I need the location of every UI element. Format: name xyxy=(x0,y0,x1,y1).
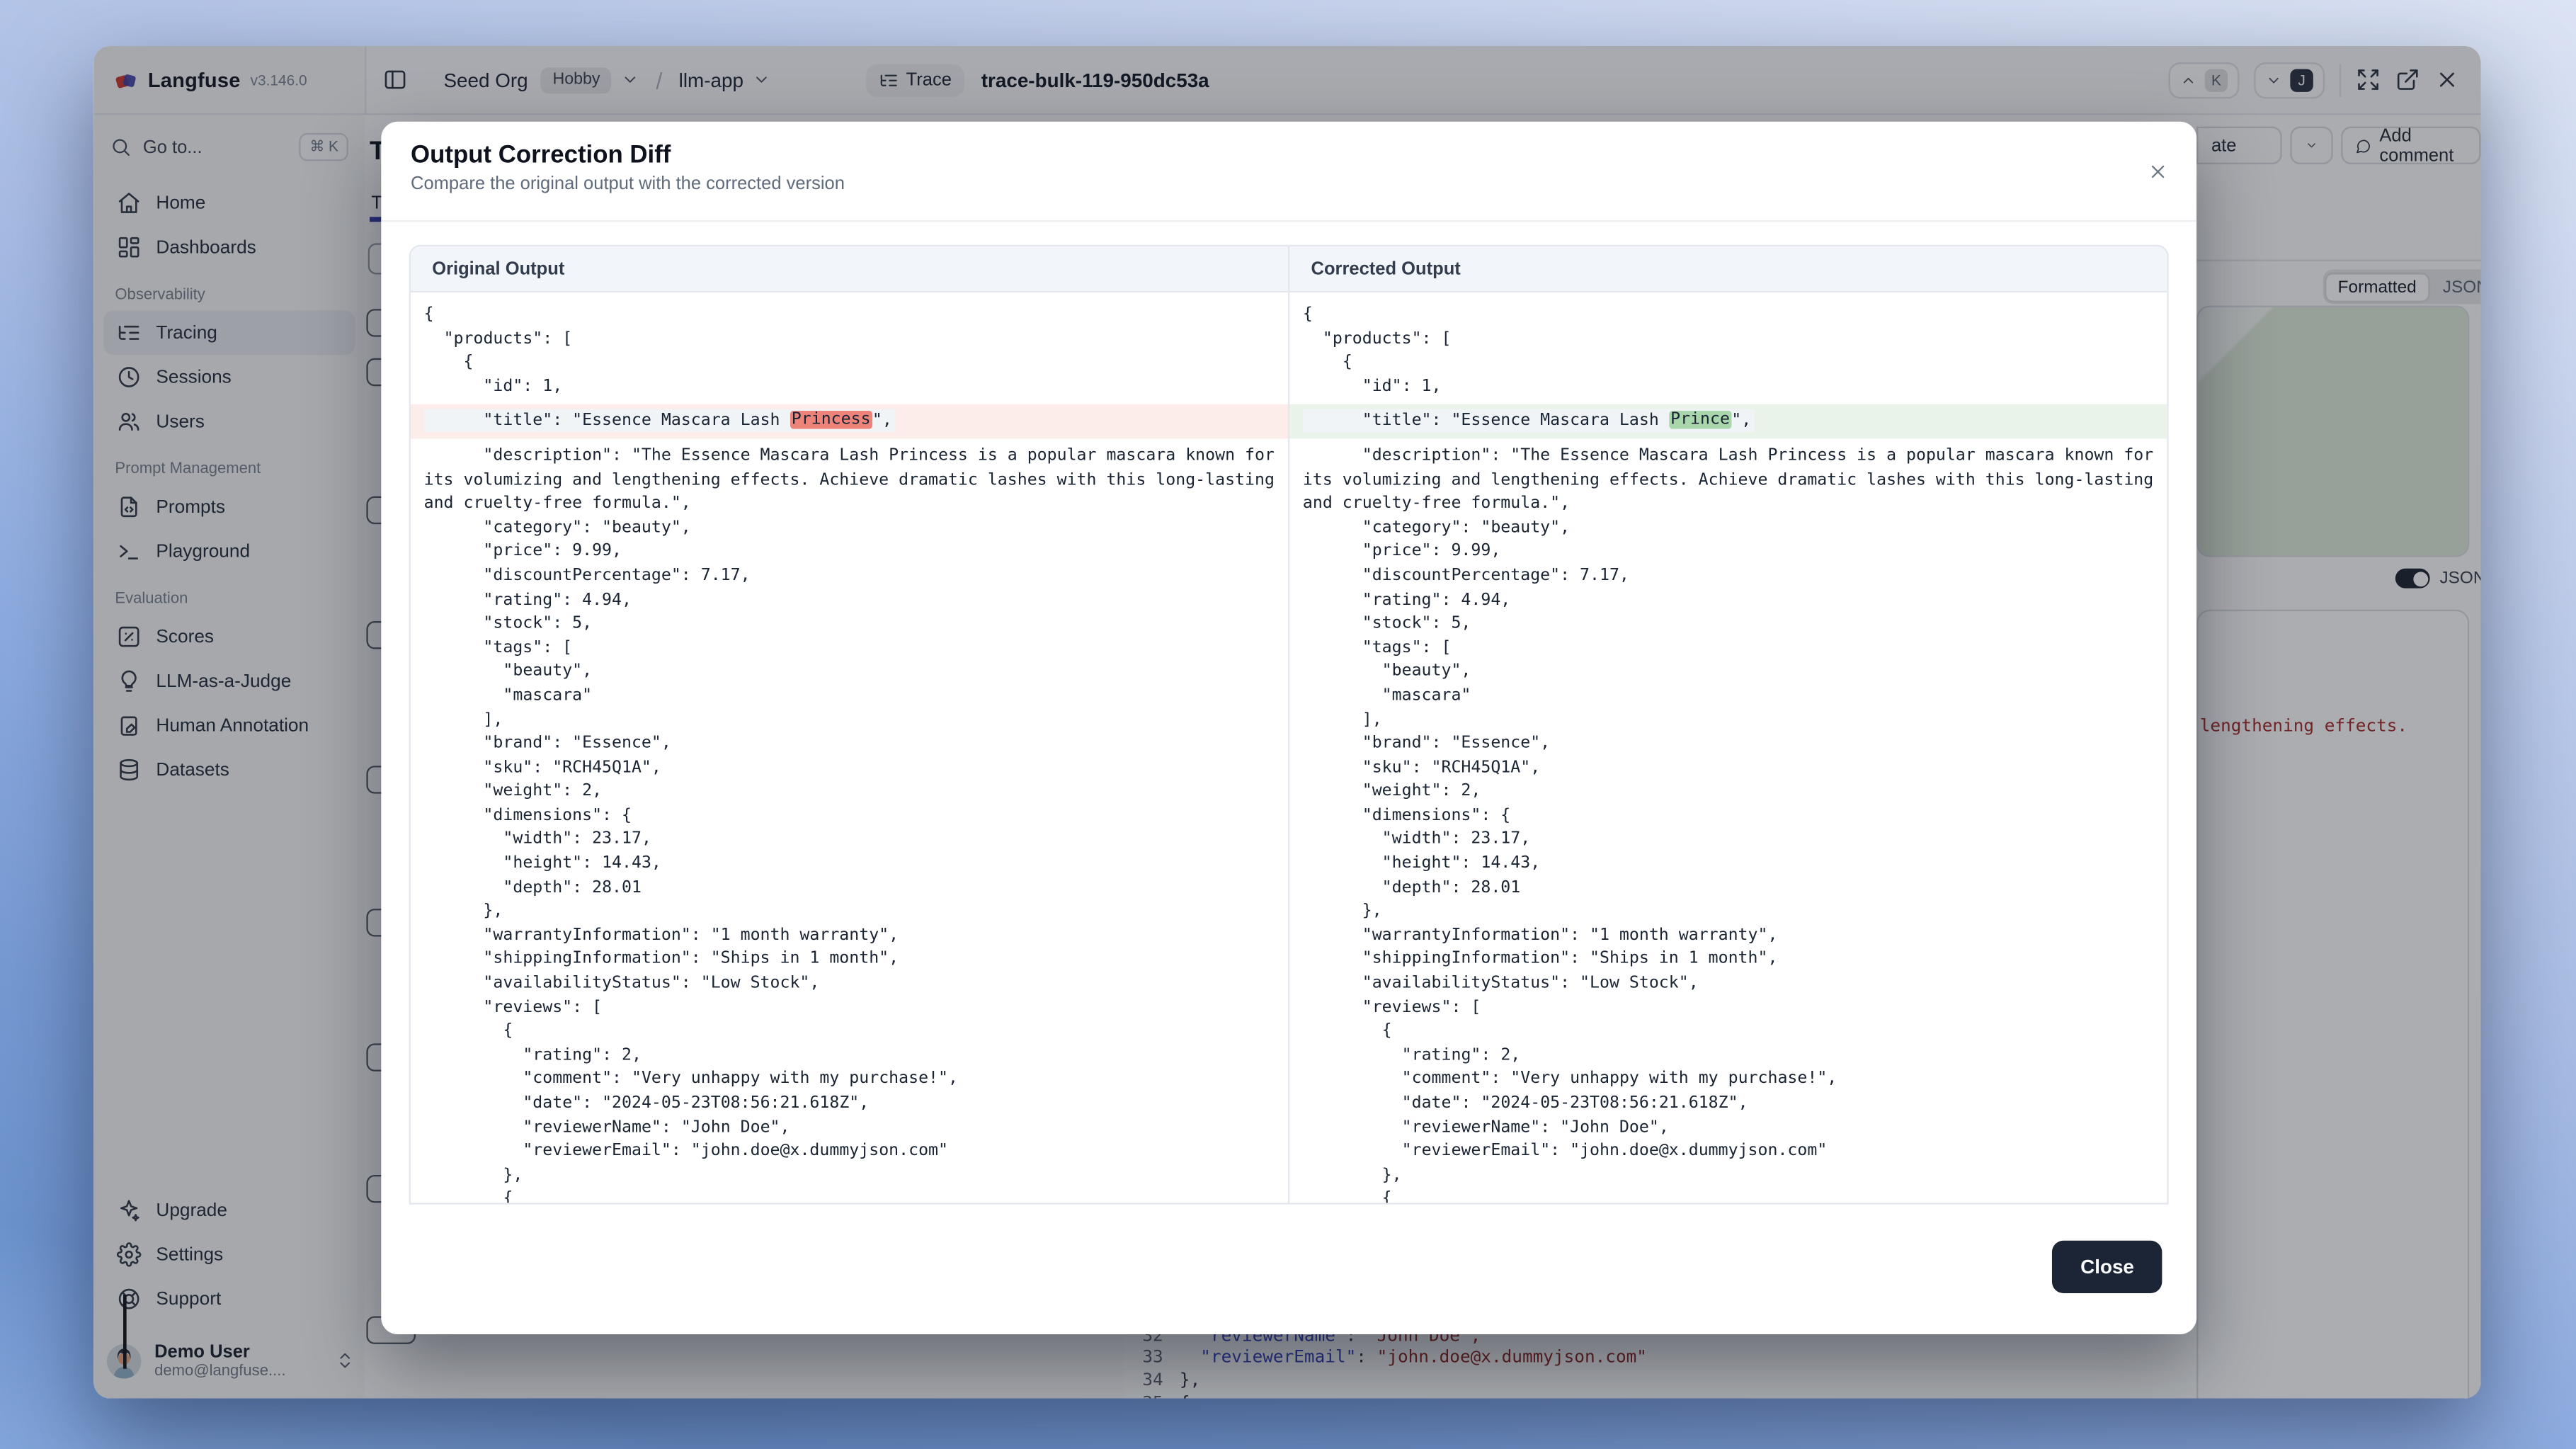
json-line: "availabilityStatus": "Low Stock", xyxy=(1303,973,2154,997)
diff-panel: Original Output Corrected Output { "prod… xyxy=(409,245,2169,1205)
json-line: "price": 9.99, xyxy=(1303,541,2154,565)
json-line: { xyxy=(1303,352,2154,376)
json-line: "reviewerName": "John Doe", xyxy=(424,1117,1275,1141)
json-line: "date": "2024-05-23T08:56:21.618Z", xyxy=(1303,1093,2154,1117)
json-line: "rating": 4.94, xyxy=(424,589,1275,613)
json-line: { xyxy=(424,1188,1275,1204)
modal-title: Output Correction Diff xyxy=(411,142,671,169)
json-line: "reviewerEmail": "john.doe@x.dummyjson.c… xyxy=(424,1141,1275,1165)
json-line: "reviews": [ xyxy=(1303,996,2154,1021)
json-line: }, xyxy=(424,901,1275,925)
app-window: Langfuse v3.146.0 Go to... ⌘ K HomeDashb… xyxy=(93,46,2480,1399)
json-line: { xyxy=(1303,1021,2154,1045)
json-line: "category": "beauty", xyxy=(424,517,1275,541)
json-line: "products": [ xyxy=(1303,328,2154,352)
json-line: ], xyxy=(424,709,1275,733)
json-line: "mascara" xyxy=(1303,685,2154,709)
json-line: "discountPercentage": 7.17, xyxy=(1303,565,2154,589)
diff-word: Prince xyxy=(1669,411,1731,430)
json-line: "beauty", xyxy=(1303,661,2154,685)
json-line: "warrantyInformation": "1 month warranty… xyxy=(1303,925,2154,949)
json-line: "sku": "RCH45Q1A", xyxy=(1303,757,2154,781)
json-line: "height": 14.43, xyxy=(424,853,1275,877)
json-line: "category": "beauty", xyxy=(1303,517,2154,541)
modal-header-divider xyxy=(381,220,2196,222)
json-line: "depth": 28.01 xyxy=(424,877,1275,901)
json-line: "height": 14.43, xyxy=(1303,853,2154,877)
json-line: "reviewerEmail": "john.doe@x.dummyjson.c… xyxy=(1303,1141,2154,1165)
json-line: "tags": [ xyxy=(1303,637,2154,661)
corrected-output-body[interactable]: { "products": [ { "id": 1, "title": "Ess… xyxy=(1288,292,2167,1205)
json-line: }, xyxy=(424,1165,1275,1189)
json-line: "weight": 2, xyxy=(1303,781,2154,805)
json-line: "reviewerName": "John Doe", xyxy=(1303,1117,2154,1141)
json-line: "mascara" xyxy=(424,685,1275,709)
json-line: "products": [ xyxy=(424,328,1275,352)
json-line: "depth": 28.01 xyxy=(1303,877,2154,901)
json-line: { xyxy=(1303,1188,2154,1204)
original-output-body[interactable]: { "products": [ { "id": 1, "title": "Ess… xyxy=(411,292,1288,1205)
diff-word: Princess xyxy=(790,411,872,430)
json-line: "dimensions": { xyxy=(1303,805,2154,829)
json-line: "dimensions": { xyxy=(424,805,1275,829)
json-line: "description": "The Essence Mascara Lash… xyxy=(1303,445,2154,518)
diff-row-added: "title": "Essence Mascara Lash Prince", xyxy=(1289,405,2167,439)
json-line: "rating": 4.94, xyxy=(1303,589,2154,613)
json-line: "width": 23.17, xyxy=(1303,829,2154,853)
json-line: { xyxy=(1303,304,2154,328)
desktop: Langfuse v3.146.0 Go to... ⌘ K HomeDashb… xyxy=(0,0,2576,1449)
json-line: "brand": "Essence", xyxy=(1303,733,2154,757)
close-button[interactable]: Close xyxy=(2053,1241,2162,1293)
json-line: "availabilityStatus": "Low Stock", xyxy=(424,973,1275,997)
json-line: "stock": 5, xyxy=(424,613,1275,637)
json-line: "warrantyInformation": "1 month warranty… xyxy=(424,925,1275,949)
json-line: "sku": "RCH45Q1A", xyxy=(424,757,1275,781)
json-line: "weight": 2, xyxy=(424,781,1275,805)
json-line: "id": 1, xyxy=(1303,376,2154,400)
corrected-output-header: Corrected Output xyxy=(1288,246,2167,291)
json-line: "rating": 2, xyxy=(424,1045,1275,1069)
json-line: "width": 23.17, xyxy=(424,829,1275,853)
json-line: "stock": 5, xyxy=(1303,613,2154,637)
json-line: }, xyxy=(1303,901,2154,925)
modal-subtitle: Compare the original output with the cor… xyxy=(411,174,845,194)
json-line: { xyxy=(424,1021,1275,1045)
diff-row-removed: "title": "Essence Mascara Lash Princess"… xyxy=(411,405,1288,439)
json-line: "rating": 2, xyxy=(1303,1045,2154,1069)
json-line: "id": 1, xyxy=(424,376,1275,400)
json-line: "description": "The Essence Mascara Lash… xyxy=(424,445,1275,518)
json-line: "reviews": [ xyxy=(424,996,1275,1021)
close-icon[interactable] xyxy=(2148,161,2169,182)
json-line: "beauty", xyxy=(424,661,1275,685)
json-line: { xyxy=(424,304,1275,328)
json-line: "discountPercentage": 7.17, xyxy=(424,565,1275,589)
json-line: "date": "2024-05-23T08:56:21.618Z", xyxy=(424,1093,1275,1117)
json-line: { xyxy=(424,352,1275,376)
json-line: }, xyxy=(1303,1165,2154,1189)
diff-header-row: Original Output Corrected Output xyxy=(411,246,2167,292)
original-output-header: Original Output xyxy=(411,246,1288,291)
json-line: "price": 9.99, xyxy=(424,541,1275,565)
json-line: "tags": [ xyxy=(424,637,1275,661)
json-line: "shippingInformation": "Ships in 1 month… xyxy=(1303,949,2154,973)
json-line: "shippingInformation": "Ships in 1 month… xyxy=(424,949,1275,973)
json-line: ], xyxy=(1303,709,2154,733)
json-line: "comment": "Very unhappy with my purchas… xyxy=(424,1069,1275,1093)
json-line: "comment": "Very unhappy with my purchas… xyxy=(1303,1069,2154,1093)
json-line: "brand": "Essence", xyxy=(424,733,1275,757)
output-correction-diff-modal: Output Correction Diff Compare the origi… xyxy=(381,122,2196,1334)
diff-bodies: { "products": [ { "id": 1, "title": "Ess… xyxy=(411,292,2167,1205)
